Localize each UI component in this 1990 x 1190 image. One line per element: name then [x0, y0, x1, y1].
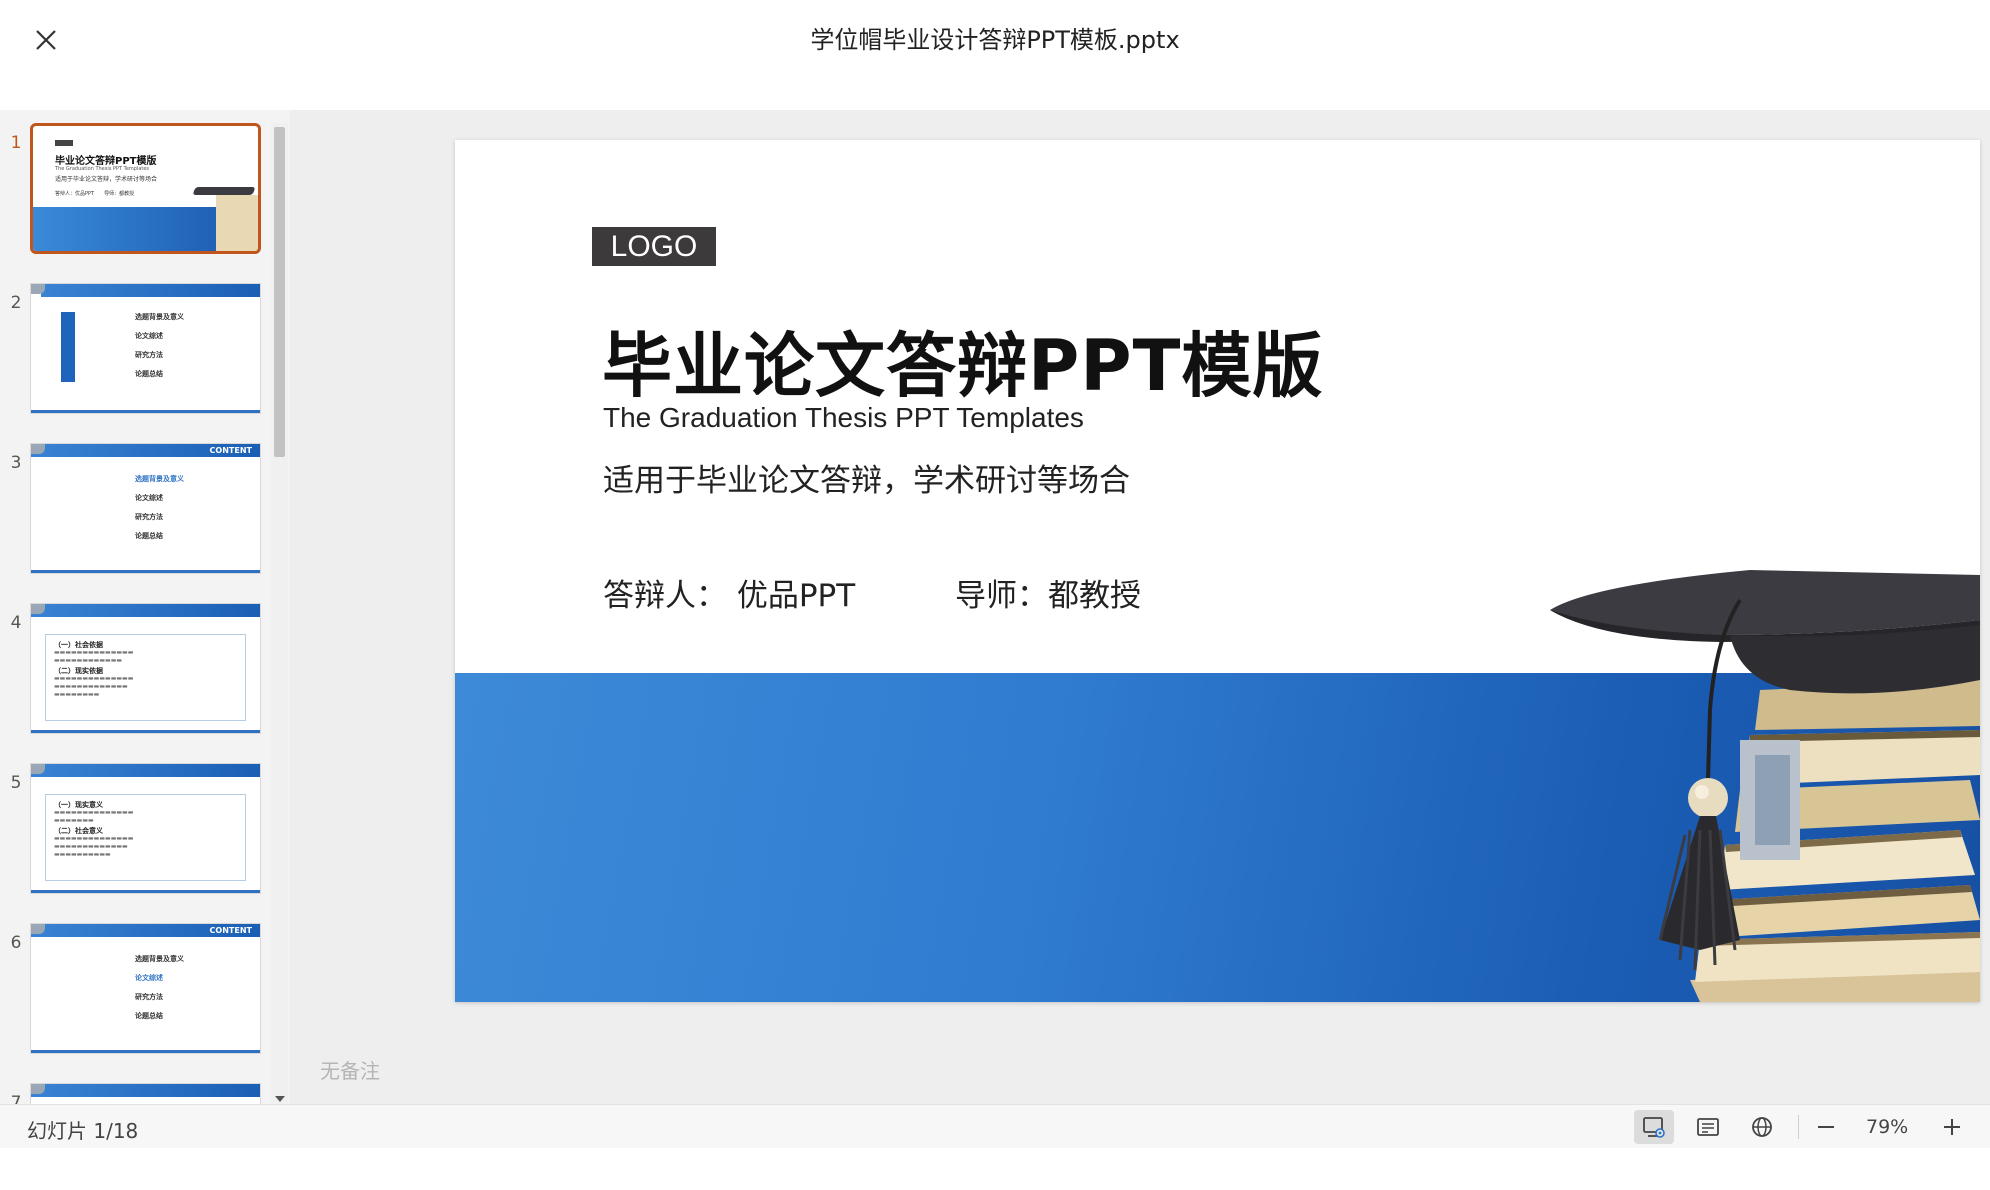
thumb-list-item: 选题背景及意义 [135, 955, 184, 963]
thumb-corner [31, 1084, 45, 1094]
zoom-level[interactable]: 79% [1866, 1116, 1908, 1138]
current-slide[interactable]: LOGO 毕业论文答辩PPT模版 The Graduation Thesis P… [455, 140, 1980, 1002]
thumb-text-box: （一）社会依据 ▬▬▬▬▬▬▬▬▬▬▬▬▬▬ ▬▬▬▬▬▬▬▬▬▬▬▬ （二）现实… [45, 634, 246, 721]
thumb-top-band [31, 1084, 260, 1097]
slide-logo: LOGO [592, 227, 716, 266]
thumbnail-row-6: 6 CONTENT 选题背景及意义 论文综述 研究方法 论题总结 [0, 915, 275, 1065]
thumbnail-number: 1 [10, 133, 22, 153]
thumb-bottom-line [31, 730, 260, 733]
thumbnail-row-5: 5 （一）现实意义 ▬▬▬▬▬▬▬▬▬▬▬▬▬▬ ▬▬▬▬▬▬▬ （二）社会意义 … [0, 755, 275, 905]
document-title: 学位帽毕业设计答辩PPT模板.pptx [810, 26, 1180, 54]
thumb-bottom-line [31, 410, 260, 413]
presenter-view-button[interactable] [1634, 1110, 1674, 1144]
thumb-list: 选题背景及意义 论文综述 研究方法 论题总结 [135, 474, 184, 550]
thumb-top-band [41, 284, 260, 297]
status-bar: 幻灯片 1/18 79% [0, 1104, 1990, 1148]
slide-thumbnail-1[interactable]: 毕业论文答辩PPT模版 The Graduation Thesis PPT Te… [30, 123, 261, 254]
thumb-heading: （二）现实依据 [54, 667, 103, 675]
thumb-list: 选题背景及意义 论文综述 研究方法 论题总结 [135, 954, 184, 1030]
plus-icon [1944, 1119, 1960, 1135]
thumb-heading: （二）社会意义 [54, 827, 103, 835]
slide-presenter: 答辩人： 优品PPT [603, 578, 856, 614]
thumb-list-item: 论题总结 [135, 532, 163, 540]
thumbnail-scrollbar[interactable] [271, 123, 288, 1104]
slide-thumbnail-5[interactable]: （一）现实意义 ▬▬▬▬▬▬▬▬▬▬▬▬▬▬ ▬▬▬▬▬▬▬ （二）社会意义 ▬▬… [30, 763, 261, 894]
slide-canvas: LOGO 毕业论文答辩PPT模版 The Graduation Thesis P… [290, 110, 1990, 1104]
thumbnail-row-7: 7 [0, 1075, 275, 1104]
slide-thumbnail-3[interactable]: CONTENT 选题背景及意义 论文综述 研究方法 论题总结 [30, 443, 261, 574]
slide-counter: 幻灯片 1/18 [27, 1119, 139, 1143]
thumb-list-item: 论文综述 [135, 974, 163, 982]
thumb-meta: 答辩人：优品PPT 导师：都教授 [55, 191, 135, 197]
thumb-list-item: 论题总结 [135, 370, 163, 378]
thumb-corner [31, 764, 45, 774]
thumb-content-tag: CONTENT [209, 926, 252, 935]
zoom-in-button[interactable] [1932, 1110, 1972, 1144]
thumb-books-icon [216, 195, 258, 251]
thumbnail-row-3: 3 CONTENT 选题背景及意义 论文综述 研究方法 论题总结 [0, 435, 275, 585]
status-separator [1798, 1115, 1799, 1139]
thumb-corner [31, 444, 45, 454]
thumb-list-item: 研究方法 [135, 993, 163, 1001]
slide-title: 毕业论文答辩PPT模版 [602, 325, 1324, 407]
slide-advisor: 导师：都教授 [955, 578, 1141, 614]
thumb-list-item: 研究方法 [135, 513, 163, 521]
slide-subtitle-en: The Graduation Thesis PPT Templates [603, 402, 1084, 433]
thumbnail-row-2: 2 选题背景及意义 论文综述 研究方法 论题总结 [0, 275, 275, 425]
thumbnail-number: 4 [10, 613, 22, 633]
thumbnail-number: 3 [10, 453, 22, 473]
top-bar: 学位帽毕业设计答辩PPT模板.pptx [0, 0, 1990, 110]
slide-thumbnail-7[interactable] [30, 1083, 261, 1104]
slide-thumbnail-4[interactable]: （一）社会依据 ▬▬▬▬▬▬▬▬▬▬▬▬▬▬ ▬▬▬▬▬▬▬▬▬▬▬▬ （二）现实… [30, 603, 261, 734]
thumbnail-row-4: 4 （一）社会依据 ▬▬▬▬▬▬▬▬▬▬▬▬▬▬ ▬▬▬▬▬▬▬▬▬▬▬▬ （二）… [0, 595, 275, 745]
thumb-corner [31, 284, 45, 294]
thumb-subtitle: The Graduation Thesis PPT Templates [55, 166, 150, 172]
thumb-bottom-line [31, 890, 260, 893]
thumb-list-item: 论题总结 [135, 1012, 163, 1020]
thumb-content-tag: CONTENT [209, 446, 252, 455]
thumb-list-item: 研究方法 [135, 351, 163, 359]
scrollbar-thumb[interactable] [274, 127, 285, 457]
thumb-list-item: 选题背景及意义 [135, 475, 184, 483]
slide-thumbnail-panel: 1 毕业论文答辩PPT模版 The Graduation Thesis PPT … [0, 110, 290, 1104]
notes-area[interactable]: 无备注 [320, 1055, 380, 1084]
thumb-cap-icon [192, 187, 256, 195]
thumb-list-item: 论文综述 [135, 332, 163, 340]
zoom-out-button[interactable] [1806, 1110, 1846, 1144]
thumb-list-item: 论文综述 [135, 494, 163, 502]
thumb-corner [31, 604, 45, 614]
minus-icon [1818, 1126, 1834, 1128]
presenter-view-icon [1643, 1117, 1665, 1138]
thumb-top-band [31, 764, 260, 777]
thumbnail-row-1: 1 毕业论文答辩PPT模版 The Graduation Thesis PPT … [0, 115, 275, 265]
thumb-logo [55, 140, 73, 146]
thumb-text-box: （一）现实意义 ▬▬▬▬▬▬▬▬▬▬▬▬▬▬ ▬▬▬▬▬▬▬ （二）社会意义 ▬▬… [45, 794, 246, 881]
thumb-heading: （一）现实意义 [54, 801, 103, 809]
notes-icon [1697, 1118, 1719, 1136]
slide-subtitle-cn: 适用于毕业论文答辩，学术研讨等场合 [603, 463, 1130, 499]
thumb-title: 毕业论文答辩PPT模版 [55, 156, 157, 167]
thumb-top-band [31, 604, 260, 617]
thumb-content-bar [61, 312, 75, 382]
thumb-bottom-line [31, 1050, 260, 1053]
thumb-heading: （一）社会依据 [54, 641, 103, 649]
bottom-margin [0, 1148, 1990, 1190]
globe-icon [1752, 1117, 1772, 1137]
web-view-button[interactable] [1742, 1110, 1782, 1144]
scroll-down-icon[interactable] [275, 1096, 285, 1102]
notes-view-button[interactable] [1688, 1110, 1728, 1144]
thumbnail-number: 2 [10, 293, 22, 313]
thumb-subtitle-cn: 适用于毕业论文答辩，学术研讨等场合 [55, 176, 158, 183]
thumbnail-number: 7 [10, 1093, 22, 1104]
thumb-corner [31, 924, 45, 934]
graduation-cap-books-icon [1550, 570, 1980, 1002]
thumb-list: 选题背景及意义 论文综述 研究方法 论题总结 [135, 312, 184, 388]
slide-thumbnail-2[interactable]: 选题背景及意义 论文综述 研究方法 论题总结 [30, 283, 261, 414]
thumbnail-number: 6 [10, 933, 22, 953]
slide-thumbnail-6[interactable]: CONTENT 选题背景及意义 论文综述 研究方法 论题总结 [30, 923, 261, 1054]
thumb-bottom-line [31, 570, 260, 573]
thumbnail-number: 5 [10, 773, 22, 793]
thumb-list-item: 选题背景及意义 [135, 313, 184, 321]
